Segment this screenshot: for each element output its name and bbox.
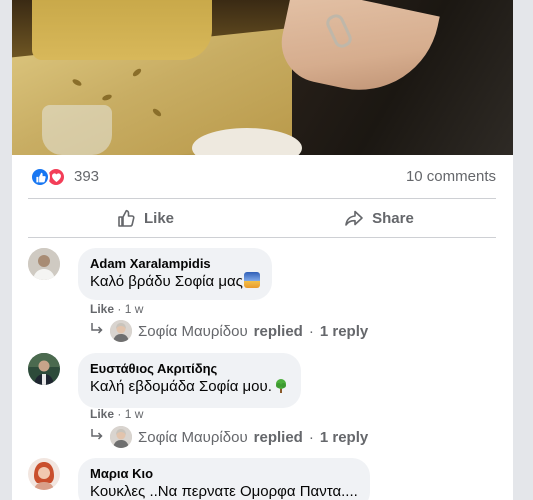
reply-author: Σοφία Μαυρίδου	[138, 322, 248, 340]
replied-label: replied	[253, 428, 303, 446]
photo-fabric	[32, 0, 212, 60]
replies-link[interactable]: Σοφία Μαυρίδου replied · 1 reply	[90, 426, 368, 448]
comment-timestamp[interactable]: 1 w	[125, 407, 144, 421]
divider	[28, 237, 496, 238]
post-actions: Like Share	[28, 199, 496, 237]
comment-author[interactable]: Μαρια Κιο	[90, 466, 358, 482]
photo-glass	[42, 105, 112, 155]
reply-count: 1 reply	[319, 322, 369, 340]
dot-separator: ·	[117, 302, 125, 316]
reaction-count[interactable]: 393	[74, 168, 99, 185]
avatar[interactable]	[28, 458, 60, 490]
like-label: Like	[143, 209, 174, 227]
comment-bubble: Μαρια Κιο Κουκλες ..Να περνατε Ομορφα Πα…	[78, 458, 370, 500]
comment-bubble: Ευστάθιος Ακριτίδης Καλή εβδομάδα Σοφία …	[78, 353, 301, 408]
comment-text-content: Καλό βράδυ Σοφία μας	[90, 273, 243, 290]
comment-timestamp[interactable]: 1 w	[125, 302, 144, 316]
dot-separator: ·	[308, 322, 314, 340]
comment-bubble: Adam Xaralampidis Καλό βράδυ Σοφία μας	[78, 248, 272, 300]
post-card: 393 10 comments Like Share Adam Xaralamp…	[12, 0, 513, 500]
reply-avatar	[110, 426, 132, 448]
comment-text: Καλή εβδομάδα Σοφία μου.	[90, 377, 289, 400]
comments-count-link[interactable]: 10 comments	[406, 168, 496, 185]
comment-author[interactable]: Adam Xaralampidis	[90, 256, 260, 272]
reaction-icons[interactable]	[30, 167, 68, 187]
share-button[interactable]: Share	[262, 199, 496, 237]
thumbs-up-icon	[116, 208, 136, 228]
post-photo[interactable]	[12, 0, 513, 155]
reactions-summary: 393 10 comments	[12, 155, 513, 198]
avatar[interactable]	[28, 353, 60, 385]
dot-separator: ·	[308, 428, 314, 446]
reply-arrow-icon	[90, 322, 104, 340]
comment-text: Καλό βράδυ Σοφία μας	[90, 272, 260, 292]
comment-text-content: Καλή εβδομάδα Σοφία μου.	[90, 378, 272, 395]
reply-arrow-icon	[90, 428, 104, 446]
reply-author: Σοφία Μαυρίδου	[138, 428, 248, 446]
like-button[interactable]: Like	[28, 199, 262, 237]
reply-avatar	[110, 320, 132, 342]
replied-label: replied	[253, 322, 303, 340]
reply-count: 1 reply	[319, 428, 369, 446]
comment-meta: Like · 1 w	[90, 407, 143, 421]
night-city-emoji-icon	[243, 272, 260, 288]
tree-emoji-icon	[273, 378, 289, 400]
comment-meta: Like · 1 w	[90, 302, 143, 316]
avatar[interactable]	[28, 248, 60, 280]
comment-like-link[interactable]: Like	[90, 302, 114, 316]
comment-text: Κουκλες ..Να περνατε Ομορφα Παντα....	[90, 483, 358, 500]
share-icon	[344, 208, 364, 228]
like-reaction-icon	[30, 167, 50, 187]
share-label: Share	[372, 209, 414, 227]
comment-author[interactable]: Ευστάθιος Ακριτίδης	[90, 361, 289, 377]
replies-link[interactable]: Σοφία Μαυρίδου replied · 1 reply	[90, 320, 368, 342]
dot-separator: ·	[117, 407, 125, 421]
comment-like-link[interactable]: Like	[90, 407, 114, 421]
